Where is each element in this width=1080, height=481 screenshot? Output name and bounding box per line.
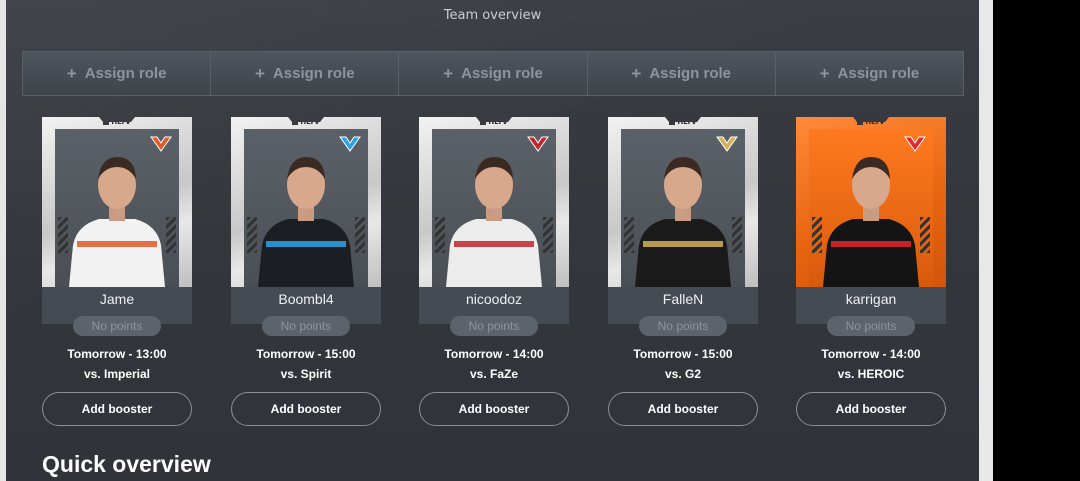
player-card-column: HLTV karrigan No points Tomorrow - 14:00…	[796, 117, 946, 426]
assign-role-button[interactable]: + Assign role	[398, 51, 587, 96]
player-silhouette	[69, 157, 165, 287]
player-silhouette	[446, 157, 542, 287]
hltv-badge-label: HLTV	[677, 118, 697, 126]
virtus-pro-logo-icon	[147, 131, 175, 155]
player-photo	[432, 129, 556, 287]
match-time: Tomorrow - 15:00	[256, 347, 356, 361]
add-booster-button[interactable]: Add booster	[231, 392, 381, 426]
card-stripes-right	[355, 217, 365, 253]
add-booster-button[interactable]: Add booster	[608, 392, 758, 426]
assign-role-button[interactable]: + Assign role	[210, 51, 399, 96]
card-stripes-right	[543, 217, 553, 253]
assign-role-label: Assign role	[461, 65, 543, 82]
hltv-badge-label: HLTV	[865, 118, 885, 126]
player-card[interactable]: HLTV karrigan	[796, 117, 946, 324]
cloud9-logo-icon	[336, 131, 364, 155]
plus-icon: +	[631, 64, 642, 83]
add-booster-button[interactable]: Add booster	[419, 392, 569, 426]
points-badge: No points	[827, 316, 915, 336]
player-silhouette	[823, 157, 919, 287]
match-time: Tomorrow - 13:00	[67, 347, 167, 361]
quick-overview-title: Quick overview	[42, 451, 211, 477]
player-card-column: HLTV FalleN No points Tomorrow - 15:00 v…	[608, 117, 758, 426]
player-silhouette	[258, 157, 354, 287]
match-time: Tomorrow - 14:00	[444, 347, 544, 361]
hltv-badge: HLTV	[288, 117, 324, 128]
player-photo	[55, 129, 179, 287]
plus-icon: +	[819, 64, 830, 83]
assign-role-label: Assign role	[84, 65, 167, 82]
hltv-icon	[857, 119, 864, 125]
match-opponent: vs. Spirit	[280, 367, 332, 381]
scrollbar-track[interactable]	[979, 0, 993, 481]
heroic-logo-icon	[524, 131, 552, 155]
card-stripes-left	[247, 217, 257, 253]
assign-role-label: Assign role	[837, 65, 920, 82]
hltv-badge: HLTV	[476, 117, 512, 128]
plus-icon: +	[66, 64, 77, 83]
hltv-badge-label: HLTV	[111, 118, 131, 126]
match-opponent: vs. FaZe	[469, 367, 519, 381]
player-card[interactable]: HLTV nicoodoz	[419, 117, 569, 324]
hltv-badge: HLTV	[853, 117, 889, 128]
assign-role-label: Assign role	[649, 65, 732, 82]
hltv-icon	[669, 119, 676, 125]
card-stripes-left	[58, 217, 68, 253]
card-stripes-right	[920, 217, 930, 253]
card-stripes-right	[732, 217, 742, 253]
card-stripes-left	[435, 217, 445, 253]
match-opponent: vs. HEROIC	[837, 367, 905, 381]
right-black-edge	[993, 0, 1080, 481]
points-badge: No points	[262, 316, 350, 336]
match-opponent: vs. G2	[664, 367, 702, 381]
player-card-column: HLTV Jame No points Tomorrow - 13:00 vs.…	[42, 117, 192, 426]
faze-logo-icon	[901, 131, 929, 155]
hltv-badge-label: HLTV	[300, 118, 320, 126]
add-booster-button[interactable]: Add booster	[42, 392, 192, 426]
player-photo	[244, 129, 368, 287]
hltv-badge: HLTV	[99, 117, 135, 128]
hltv-badge-label: HLTV	[488, 118, 508, 126]
hltv-badge: HLTV	[665, 117, 701, 128]
player-card-column: HLTV Boombl4 No points Tomorrow - 15:00 …	[231, 117, 381, 426]
team-overview-panel: Team overview + Assign role + Assign role …	[6, 0, 979, 481]
hltv-icon	[292, 119, 299, 125]
match-time: Tomorrow - 14:00	[821, 347, 921, 361]
match-time: Tomorrow - 15:00	[633, 347, 733, 361]
player-card[interactable]: HLTV Jame	[42, 117, 192, 324]
plus-icon: +	[443, 64, 454, 83]
player-card[interactable]: HLTV FalleN	[608, 117, 758, 324]
hltv-icon	[480, 119, 487, 125]
assign-role-label: Assign role	[272, 65, 355, 82]
card-stripes-left	[812, 217, 822, 253]
points-badge: No points	[73, 316, 161, 336]
assign-role-button[interactable]: + Assign role	[774, 51, 965, 96]
role-row: + Assign role + Assign role + Assign role +…	[22, 51, 965, 96]
player-photo	[621, 129, 745, 287]
assign-role-button[interactable]: + Assign role	[22, 51, 211, 96]
points-badge: No points	[450, 316, 538, 336]
points-badge: No points	[639, 316, 727, 336]
player-photo	[809, 129, 933, 287]
match-opponent: vs. Imperial	[83, 367, 151, 381]
player-card-column: HLTV nicoodoz No points Tomorrow - 14:00…	[419, 117, 569, 426]
card-stripes-left	[624, 217, 634, 253]
assign-role-button[interactable]: + Assign role	[586, 51, 775, 96]
card-stripes-right	[166, 217, 176, 253]
plus-icon: +	[254, 64, 265, 83]
hltv-icon	[103, 119, 110, 125]
add-booster-button[interactable]: Add booster	[796, 392, 946, 426]
player-silhouette	[635, 157, 731, 287]
furia-logo-icon	[713, 131, 741, 155]
player-card[interactable]: HLTV Boombl4	[231, 117, 381, 324]
panel-title: Team overview	[443, 8, 542, 23]
